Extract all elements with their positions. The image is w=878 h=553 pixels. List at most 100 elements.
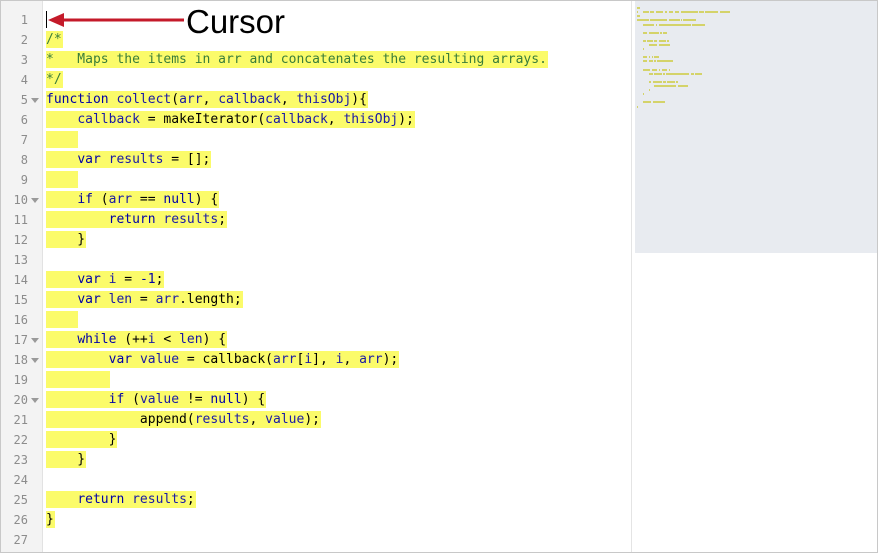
line-number: 15 [13,293,28,307]
code-token: , [202,92,219,107]
line-highlight: } [46,451,87,468]
code-token: ); [304,412,320,427]
gutter-row: 5 [1,90,42,110]
line-number: 6 [20,113,28,127]
minimap-token [654,39,658,42]
minimap-token [719,11,730,14]
fold-arrow-icon[interactable] [31,358,39,363]
code-line[interactable]: if (value != null) { [46,390,267,410]
text-cursor [46,11,47,28]
fold-arrow-icon[interactable] [31,198,39,203]
minimap[interactable] [635,1,877,253]
line-number: 14 [13,273,28,287]
minimap-token [666,19,668,22]
code-line[interactable]: /* [46,30,63,50]
line-highlight: function collect(arr, callback, thisObj)… [46,91,368,108]
minimap-token [674,11,680,14]
code-line[interactable]: var results = []; [46,150,212,170]
code-token: while [77,332,125,347]
gutter-row: 27 [1,530,42,550]
line-number: 16 [13,313,28,327]
minimap-token [666,68,668,71]
code-line[interactable] [46,370,110,390]
code-editor[interactable]: 1 2 3 4 5 6 7 8 9 10 11 12 13 14 15 16 17 18 19 20 21 22 23 24 2… [0,0,878,553]
minimap-token [642,101,652,104]
code-token: null [163,192,195,207]
gutter-row: 26 [1,510,42,530]
code-line[interactable]: */ [46,70,63,90]
code-token: len [179,332,203,347]
fold-arrow-icon[interactable] [31,98,39,103]
code-token: value [139,392,180,407]
gutter-row: 7 [1,130,42,150]
code-line[interactable]: if (arr == null) { [46,190,220,210]
gutter-row: 15 [1,290,42,310]
minimap-token [654,72,662,75]
code-line[interactable]: return results; [46,490,196,510]
code-token: value [139,352,180,367]
minimap-token [663,80,666,83]
fold-arrow-icon[interactable] [31,398,39,403]
code-token: var [77,272,109,287]
gutter-row: 1 [1,10,42,30]
code-line[interactable]: } [46,510,55,530]
gutter-row: 19 [1,370,42,390]
code-token: = makeIterator( [139,112,266,127]
code-line[interactable]: } [46,430,118,450]
gutter-row: 8 [1,150,42,170]
minimap-token [661,60,674,63]
code-line[interactable]: return results; [46,210,228,230]
code-line[interactable]: var value = callback(arr[i], i, arr); [46,350,400,370]
minimap-token [693,19,697,22]
line-number: 11 [13,213,28,227]
minimap-token [642,11,649,14]
code-token: value [265,412,305,427]
code-token: ( [132,392,140,407]
gutter-row: 12 [1,230,42,250]
line-number: 9 [20,173,28,187]
code-token: arr [273,352,297,367]
code-area[interactable]: /* * Maps the items in arr and concatenat… [43,1,631,552]
code-token: , [327,112,344,127]
code-line[interactable]: * Maps the items in arr and concatenates… [46,50,548,70]
code-line[interactable]: } [46,230,87,250]
line-number: 12 [13,233,28,247]
line-highlight: if (arr == null) { [46,191,220,208]
code-line[interactable]: append(results, value); [46,410,321,430]
code-line[interactable]: var len = arr.length; [46,290,243,310]
line-number: 21 [13,413,28,427]
code-line[interactable]: while (++i < len) { [46,330,228,350]
minimap-token [692,23,703,26]
code-line[interactable] [46,170,79,190]
code-token: var [77,152,109,167]
minimap-token [642,93,645,96]
minimap-token [666,72,680,75]
code-token: } [46,452,86,467]
minimap-token [648,39,653,42]
minimap-token [648,31,659,34]
fold-arrow-icon[interactable] [31,338,39,343]
line-number: 2 [20,33,28,47]
code-token: ; [186,492,195,507]
gutter-row: 13 [1,250,42,270]
minimap-token [674,85,677,87]
code-line[interactable]: callback = makeIterator(callback, thisOb… [46,110,415,130]
code-token: arr [179,92,203,107]
line-highlight: if (value != null) { [46,391,267,408]
code-token: ) { [194,192,219,207]
code-line[interactable]: var i = -1; [46,270,165,290]
code-token: } [46,432,117,447]
code-line[interactable] [46,310,79,330]
line-number: 3 [20,53,28,67]
code-line[interactable]: } [46,450,87,470]
code-token: /* [46,32,62,47]
code-token: == [132,192,164,207]
code-line[interactable] [46,130,79,150]
code-token: thisObj [343,112,399,127]
code-line[interactable]: function collect(arr, callback, thisObj)… [46,90,368,110]
minimap-token [660,31,662,34]
line-highlight: callback = makeIterator(callback, thisOb… [46,111,415,128]
code-token: arr [108,192,133,207]
